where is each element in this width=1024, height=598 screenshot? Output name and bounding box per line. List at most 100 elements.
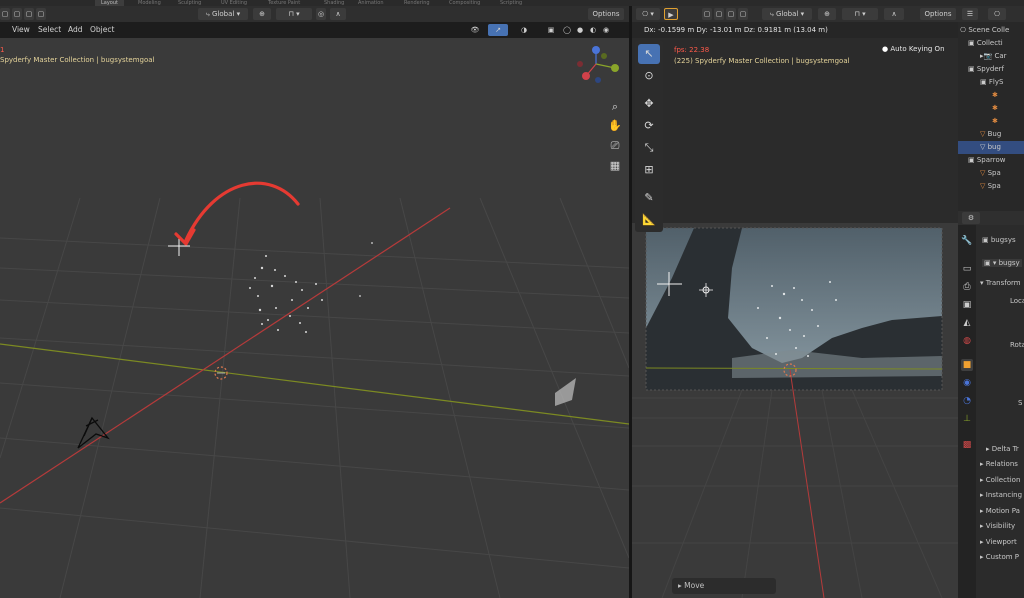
outliner-item[interactable]: ▣ FlyS	[958, 76, 1024, 89]
move-tool[interactable]: ✥	[638, 94, 660, 114]
shading-material-button[interactable]: ◐	[588, 24, 598, 36]
outliner-item[interactable]: ▣ Collecti	[958, 37, 1024, 50]
overlay-toggle[interactable]: ◑	[514, 24, 534, 36]
object-data-field[interactable]: ▣ ▾ bugsy	[982, 259, 1022, 267]
xray-toggle[interactable]: ▣	[546, 24, 556, 36]
left-options-button[interactable]: Options	[588, 8, 624, 20]
render-properties-icon[interactable]: ▭	[961, 263, 973, 275]
outliner-item[interactable]: ✱	[958, 115, 1024, 128]
right-options-button[interactable]: Options	[920, 8, 956, 20]
visibility-header[interactable]: ▸ Visibility	[980, 522, 1015, 530]
viewport-display-header[interactable]: ▸ Viewport	[980, 538, 1017, 546]
pivot-icon: ⊕	[259, 10, 265, 18]
custom-properties-header[interactable]: ▸ Custom P	[980, 553, 1019, 561]
shading-wireframe-button[interactable]: ◯	[562, 24, 572, 36]
annotate-tool[interactable]: ✎	[638, 188, 660, 208]
left-3d-viewport[interactable]: 1 Spyderfy Master Collection | bugsystem…	[0, 38, 629, 598]
object-square-icon: ▣	[982, 236, 991, 244]
right-select-mode-4[interactable]: ▢	[738, 8, 748, 20]
scene-properties-icon[interactable]: ◭	[961, 317, 973, 329]
select-mode-button[interactable]: ▢	[12, 8, 22, 20]
right-transform-orientation-dropdown[interactable]: ⤷ Global ▾	[762, 8, 812, 20]
select-mode-subtract-button[interactable]: ▢	[36, 8, 46, 20]
outliner-display-mode[interactable]: ⎔	[988, 8, 1006, 20]
outliner-item[interactable]: ⎔ Scene Colle	[958, 24, 1024, 37]
select-mode-extend-button[interactable]: ▢	[24, 8, 34, 20]
collections-header[interactable]: ▸ Collection	[980, 476, 1020, 484]
menu-add[interactable]: Add	[68, 25, 83, 34]
outliner-editor-type[interactable]: ☰	[962, 8, 978, 20]
modifier-properties-icon[interactable]: ◉	[961, 377, 973, 389]
gizmo-toggle[interactable]: ↗	[488, 24, 508, 36]
pivot-point-dropdown[interactable]: ⊕	[253, 8, 271, 20]
outliner-item[interactable]: ▽ Spa	[958, 180, 1024, 193]
properties-editor-type[interactable]: ⚙	[962, 212, 980, 224]
fps-readout: fps: 22.38	[674, 46, 710, 54]
rotate-icon: ⟳	[644, 119, 654, 132]
outliner-item[interactable]: ▽ bug	[958, 141, 1024, 154]
outliner-item-label: bug	[987, 143, 1001, 151]
texture-properties-icon[interactable]: ▩	[961, 439, 973, 451]
right-camera-viewport[interactable]: fps: 22.38 (225) Spyderfy Master Collect…	[632, 38, 958, 598]
proportional-edit-toggle[interactable]: ◎	[316, 8, 326, 20]
falloff-dropdown[interactable]: ∧	[330, 8, 346, 20]
output-properties-icon[interactable]: ⎙	[961, 281, 973, 293]
navigation-gizmo[interactable]	[572, 42, 628, 86]
pan-hand-icon[interactable]: ✋	[606, 117, 624, 135]
transform-tool[interactable]: ⊞	[638, 160, 660, 180]
outliner-item-icon: ▣	[968, 39, 977, 47]
transform-panel-header[interactable]: ▾ Transform	[980, 279, 1021, 287]
right-pivot-dropdown[interactable]: ⊕	[818, 8, 836, 20]
zoom-icon[interactable]: ⌕	[606, 98, 624, 116]
motion-paths-header[interactable]: ▸ Motion Pa	[980, 507, 1020, 515]
outliner-item[interactable]: ▣ Sparrow	[958, 154, 1024, 167]
right-select-mode-1[interactable]: ▢	[702, 8, 712, 20]
outliner-item[interactable]: ▽ Spa	[958, 167, 1024, 180]
ortho-grid-icon[interactable]: ▦	[606, 157, 624, 175]
shading-solid-button[interactable]: ●	[575, 24, 585, 36]
menu-object[interactable]: Object	[90, 25, 114, 34]
constraints-properties-icon[interactable]: ⊥	[961, 413, 973, 425]
outliner-item-icon: ▽	[980, 143, 988, 151]
menu-select[interactable]: Select	[38, 25, 61, 34]
particles-properties-icon[interactable]: ◔	[961, 395, 973, 407]
tool-properties-icon[interactable]: 🔧	[961, 235, 973, 247]
outliner-item[interactable]: ✱	[958, 102, 1024, 115]
scale-tool[interactable]: ⤡	[638, 138, 660, 158]
left-fps-fragment: 1	[0, 46, 5, 54]
editor-type-button[interactable]: ▢	[0, 8, 10, 20]
properties-tabs: 🔧 ▭ ⎙ ▣ ◭ ◍ ■ ◉ ◔ ⊥ ▩	[958, 225, 976, 598]
right-editor-type-button[interactable]: ⎔ ▾	[636, 8, 660, 20]
rotation-label: Rota	[1010, 341, 1024, 349]
object-name-field[interactable]: ▣ bugsys	[982, 236, 1016, 244]
instancing-header[interactable]: ▸ Instancing	[980, 491, 1022, 499]
cursor-tool[interactable]: ⊙	[638, 66, 660, 86]
camera-view-icon[interactable]: ⎚	[606, 137, 624, 155]
last-operator-panel[interactable]: ▸ Move	[672, 578, 776, 594]
shading-rendered-button[interactable]: ◉	[601, 24, 611, 36]
outliner-item[interactable]: ✱	[958, 89, 1024, 102]
menu-view[interactable]: View	[12, 25, 30, 34]
snap-toggle[interactable]: ⊓ ▾	[276, 8, 312, 20]
right-falloff-dropdown[interactable]: ∧	[884, 8, 904, 20]
relations-header[interactable]: ▸ Relations	[980, 460, 1018, 468]
right-select-mode-2[interactable]: ▢	[714, 8, 724, 20]
object-properties-icon[interactable]: ■	[961, 359, 973, 371]
outliner-item[interactable]: ▣ Spyderf	[958, 63, 1024, 76]
object-type-visibility-button[interactable]: 👁	[465, 24, 485, 36]
rotate-tool[interactable]: ⟳	[638, 116, 660, 136]
right-select-mode-3[interactable]: ▢	[726, 8, 736, 20]
outliner-item[interactable]: ▸📷 Car	[958, 50, 1024, 63]
playback-button[interactable]: ▶	[664, 8, 678, 20]
measure-tool[interactable]: 📐	[638, 210, 660, 230]
scale-label: S	[1018, 399, 1023, 407]
right-snap-toggle[interactable]: ⊓ ▾	[842, 8, 878, 20]
view-layer-icon[interactable]: ▣	[961, 299, 973, 311]
delta-readout: Dx: -0.1599 m Dy: -13.01 m Dz: 0.9181 m …	[644, 26, 828, 34]
delta-transform-header[interactable]: ▸ Delta Tr	[986, 445, 1019, 453]
select-box-tool[interactable]: ↖	[638, 44, 660, 64]
outliner-item[interactable]: ▽ Bug	[958, 128, 1024, 141]
world-properties-icon[interactable]: ◍	[961, 335, 973, 347]
transform-orientation-dropdown[interactable]: ⤷ Global ▾	[198, 8, 248, 20]
location-label: Loca	[1010, 297, 1024, 305]
